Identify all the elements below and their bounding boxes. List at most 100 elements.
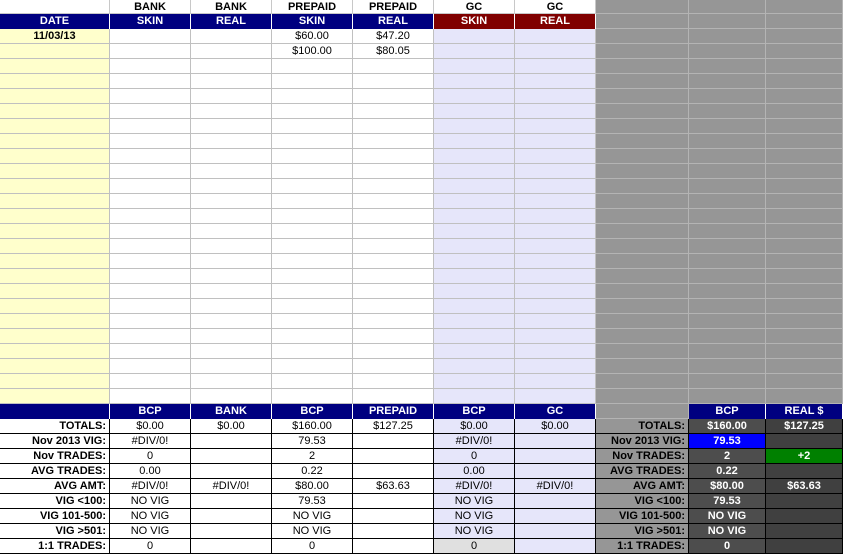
entry-cell[interactable] xyxy=(353,359,434,374)
entry-cell[interactable] xyxy=(434,329,515,344)
entry-cell[interactable] xyxy=(191,44,272,59)
entry-cell[interactable] xyxy=(434,89,515,104)
entry-cell[interactable] xyxy=(434,389,515,404)
date-cell[interactable] xyxy=(0,164,110,179)
entry-cell[interactable] xyxy=(515,89,596,104)
entry-cell[interactable] xyxy=(515,104,596,119)
entry-cell[interactable] xyxy=(515,209,596,224)
date-cell[interactable] xyxy=(0,119,110,134)
date-cell[interactable] xyxy=(0,314,110,329)
date-cell[interactable]: 11/03/13 xyxy=(0,29,110,44)
entry-cell[interactable] xyxy=(191,374,272,389)
entry-cell[interactable] xyxy=(110,89,191,104)
entry-cell[interactable] xyxy=(434,314,515,329)
entry-cell[interactable] xyxy=(515,374,596,389)
entry-cell[interactable] xyxy=(353,209,434,224)
entry-cell[interactable] xyxy=(353,194,434,209)
date-cell[interactable] xyxy=(0,104,110,119)
entry-cell[interactable] xyxy=(353,374,434,389)
entry-cell[interactable] xyxy=(434,164,515,179)
date-cell[interactable] xyxy=(0,344,110,359)
entry-cell[interactable] xyxy=(515,224,596,239)
entry-cell[interactable] xyxy=(434,299,515,314)
entry-cell[interactable] xyxy=(272,149,353,164)
entry-cell[interactable] xyxy=(434,179,515,194)
entry-cell[interactable] xyxy=(272,119,353,134)
entry-cell[interactable] xyxy=(434,239,515,254)
entry-cell[interactable] xyxy=(353,179,434,194)
entry-cell[interactable] xyxy=(191,179,272,194)
entry-cell[interactable] xyxy=(272,344,353,359)
entry-cell[interactable] xyxy=(191,74,272,89)
entry-cell[interactable] xyxy=(434,209,515,224)
date-cell[interactable] xyxy=(0,269,110,284)
entry-cell[interactable] xyxy=(272,89,353,104)
entry-cell[interactable] xyxy=(110,104,191,119)
entry-cell[interactable] xyxy=(515,269,596,284)
entry-cell[interactable] xyxy=(434,194,515,209)
entry-cell[interactable] xyxy=(353,299,434,314)
entry-cell[interactable] xyxy=(272,329,353,344)
entry-cell[interactable] xyxy=(515,254,596,269)
entry-cell[interactable]: $100.00 xyxy=(272,44,353,59)
entry-cell[interactable] xyxy=(272,59,353,74)
entry-cell[interactable] xyxy=(272,209,353,224)
entry-cell[interactable] xyxy=(515,134,596,149)
entry-cell[interactable] xyxy=(353,314,434,329)
entry-cell[interactable] xyxy=(272,359,353,374)
entry-cell[interactable] xyxy=(191,59,272,74)
entry-cell[interactable] xyxy=(353,254,434,269)
entry-cell[interactable]: $60.00 xyxy=(272,29,353,44)
entry-cell[interactable] xyxy=(272,239,353,254)
entry-cell[interactable] xyxy=(272,254,353,269)
entry-cell[interactable] xyxy=(191,329,272,344)
entry-cell[interactable] xyxy=(353,164,434,179)
entry-cell[interactable] xyxy=(515,74,596,89)
entry-cell[interactable] xyxy=(191,89,272,104)
date-cell[interactable] xyxy=(0,284,110,299)
entry-cell[interactable] xyxy=(353,269,434,284)
entry-cell[interactable] xyxy=(434,254,515,269)
entry-cell[interactable] xyxy=(110,344,191,359)
entry-cell[interactable] xyxy=(110,179,191,194)
entry-cell[interactable] xyxy=(191,299,272,314)
entry-cell[interactable] xyxy=(110,359,191,374)
entry-cell[interactable] xyxy=(353,74,434,89)
date-cell[interactable] xyxy=(0,89,110,104)
entry-cell[interactable] xyxy=(110,329,191,344)
entry-cell[interactable] xyxy=(110,374,191,389)
entry-cell[interactable] xyxy=(110,314,191,329)
entry-cell[interactable] xyxy=(110,389,191,404)
entry-cell[interactable] xyxy=(272,374,353,389)
entry-cell[interactable] xyxy=(191,344,272,359)
entry-cell[interactable] xyxy=(434,59,515,74)
entry-cell[interactable] xyxy=(434,134,515,149)
spreadsheet-grid[interactable]: BANK BANK PREPAID PREPAID GC GC DATE SKIN REAL SK… xyxy=(0,0,843,555)
entry-cell[interactable] xyxy=(191,224,272,239)
date-cell[interactable] xyxy=(0,359,110,374)
entry-cell[interactable] xyxy=(515,389,596,404)
entry-cell[interactable] xyxy=(272,194,353,209)
entry-cell[interactable] xyxy=(434,29,515,44)
entry-cell[interactable] xyxy=(272,299,353,314)
entry-cell[interactable] xyxy=(353,284,434,299)
entry-cell[interactable] xyxy=(110,239,191,254)
entry-cell[interactable] xyxy=(272,134,353,149)
date-cell[interactable] xyxy=(0,329,110,344)
entry-cell[interactable] xyxy=(191,119,272,134)
entry-cell[interactable] xyxy=(434,104,515,119)
entry-cell[interactable] xyxy=(110,164,191,179)
entry-cell[interactable] xyxy=(353,389,434,404)
date-cell[interactable] xyxy=(0,389,110,404)
entry-cell[interactable] xyxy=(353,149,434,164)
entry-cell[interactable] xyxy=(434,344,515,359)
entry-cell[interactable] xyxy=(434,74,515,89)
entry-cell[interactable] xyxy=(515,149,596,164)
entry-cell[interactable] xyxy=(434,44,515,59)
entry-cell[interactable] xyxy=(191,164,272,179)
entry-cell[interactable] xyxy=(272,224,353,239)
entry-cell[interactable]: $80.05 xyxy=(353,44,434,59)
entry-cell[interactable] xyxy=(110,194,191,209)
entry-cell[interactable] xyxy=(515,329,596,344)
entry-cell[interactable] xyxy=(272,389,353,404)
